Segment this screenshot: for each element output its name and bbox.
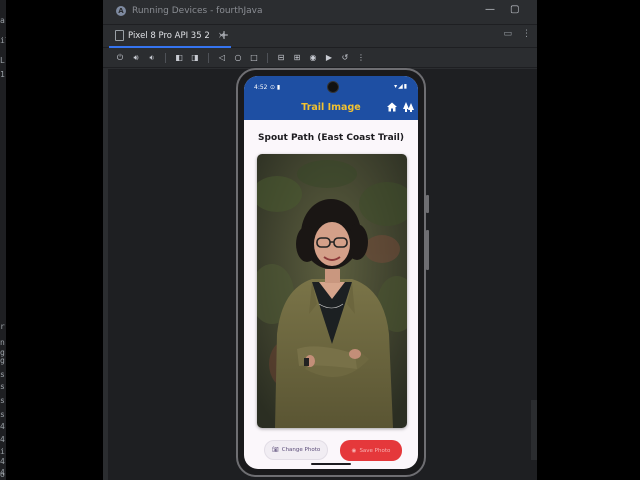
change-photo-button[interactable]: 📷︎ Change Photo <box>264 440 328 460</box>
status-icons-left: ⊙ ▮ <box>270 84 281 91</box>
power-icon[interactable]: ⏻ <box>115 53 125 63</box>
toolbar-divider <box>208 52 209 63</box>
overview-icon[interactable]: □ <box>249 53 259 63</box>
rotate-right-icon[interactable]: ◨ <box>190 53 200 63</box>
app-bar: Trail Image <box>244 96 418 120</box>
device-icon <box>115 30 124 41</box>
phone-screen[interactable]: 4:52 ⊙ ▮ ▾◢▮ Trail Image Spout Path (Eas… <box>244 76 418 469</box>
gutter-char: 1 <box>0 70 5 79</box>
gutter-char: s <box>0 396 5 405</box>
home-icon[interactable] <box>386 101 398 113</box>
gutter-char: L <box>0 56 5 65</box>
phone-volume-button <box>426 230 429 270</box>
tab-device[interactable]: Pixel 8 Pro API 35 2 × <box>109 25 232 48</box>
status-bar: 4:52 ⊙ ▮ ▾◢▮ <box>244 76 418 96</box>
gutter-char: n <box>0 338 5 347</box>
add-tab-icon[interactable]: + <box>219 28 229 42</box>
save-photo-label: Save Photo <box>359 447 391 454</box>
gutter-char: 4 <box>0 422 5 431</box>
gutter-char: il <box>0 36 6 45</box>
gutter-char: i <box>0 447 5 456</box>
trees-icon[interactable] <box>402 101 415 113</box>
maximize-icon[interactable]: ▢ <box>510 4 519 15</box>
toolbar-divider <box>267 52 268 63</box>
toolbar-divider <box>165 52 166 63</box>
camera-icon: 📷︎ <box>271 447 279 453</box>
gutter-char: 4 <box>0 435 5 444</box>
home-indicator[interactable] <box>311 463 351 465</box>
gutter-char: o <box>0 470 5 479</box>
window-title: Running Devices - fourthJava <box>132 6 263 16</box>
tab-bar: Pixel 8 Pro API 35 2 × + ▭ ⋮ <box>103 25 537 48</box>
save-icon: ◉ <box>351 447 357 454</box>
camera-cutout <box>327 81 339 93</box>
reset-icon[interactable]: ↺ <box>340 53 350 63</box>
gutter-char: 4 <box>0 457 5 466</box>
gutter-char: s <box>0 410 5 419</box>
gutter-char: a <box>0 16 5 25</box>
unfold-icon[interactable]: ⊞ <box>292 53 302 63</box>
phone-power-button <box>426 195 429 213</box>
more-icon[interactable]: ⋮ <box>356 53 366 63</box>
screenshot-icon[interactable]: ◉ <box>308 53 318 63</box>
rotate-left-icon[interactable]: ◧ <box>174 53 184 63</box>
fold-icon[interactable]: ⊟ <box>276 53 286 63</box>
volume-down-icon[interactable]: 🔉︎ <box>147 53 157 63</box>
more-options-icon[interactable]: ⋮ <box>522 29 531 39</box>
tab-label: Pixel 8 Pro API 35 2 <box>128 30 210 41</box>
gutter-char: r <box>0 322 5 331</box>
gutter-char: s <box>0 370 5 379</box>
minimize-icon[interactable]: — <box>485 4 495 15</box>
trail-heading: Spout Path (East Coast Trail) <box>258 133 404 143</box>
phone-frame: 4:52 ⊙ ▮ ▾◢▮ Trail Image Spout Path (Eas… <box>236 68 429 477</box>
portrait-photo <box>257 154 407 428</box>
system-icons: ▾◢▮ <box>394 83 408 90</box>
layout-icon[interactable]: ▭ <box>503 29 512 39</box>
back-icon[interactable]: ◁ <box>217 53 227 63</box>
device-toolbar: ⏻ 🔊︎ 🔉︎ ◧ ◨ ◁ ○ □ ⊟ ⊞ ◉ ▶ ↺ ⋮ <box>103 48 537 68</box>
android-studio-icon: A <box>116 6 126 16</box>
scrollbar[interactable] <box>531 400 537 460</box>
screen-record-icon[interactable]: ▶ <box>324 53 334 63</box>
title-bar: A Running Devices - fourthJava — ▢ <box>103 0 537 25</box>
status-time: 4:52 <box>254 84 268 91</box>
save-photo-button[interactable]: ◉ Save Photo <box>340 440 402 461</box>
volume-up-icon[interactable]: 🔊︎ <box>131 53 141 63</box>
change-photo-label: Change Photo <box>281 447 321 453</box>
gutter-char: s <box>0 382 5 391</box>
trail-photo <box>257 154 407 428</box>
editor-gutter: ailL1rnggssss44i44o <box>0 0 6 480</box>
gutter-char: g <box>0 356 5 365</box>
home-nav-icon[interactable]: ○ <box>233 53 243 63</box>
